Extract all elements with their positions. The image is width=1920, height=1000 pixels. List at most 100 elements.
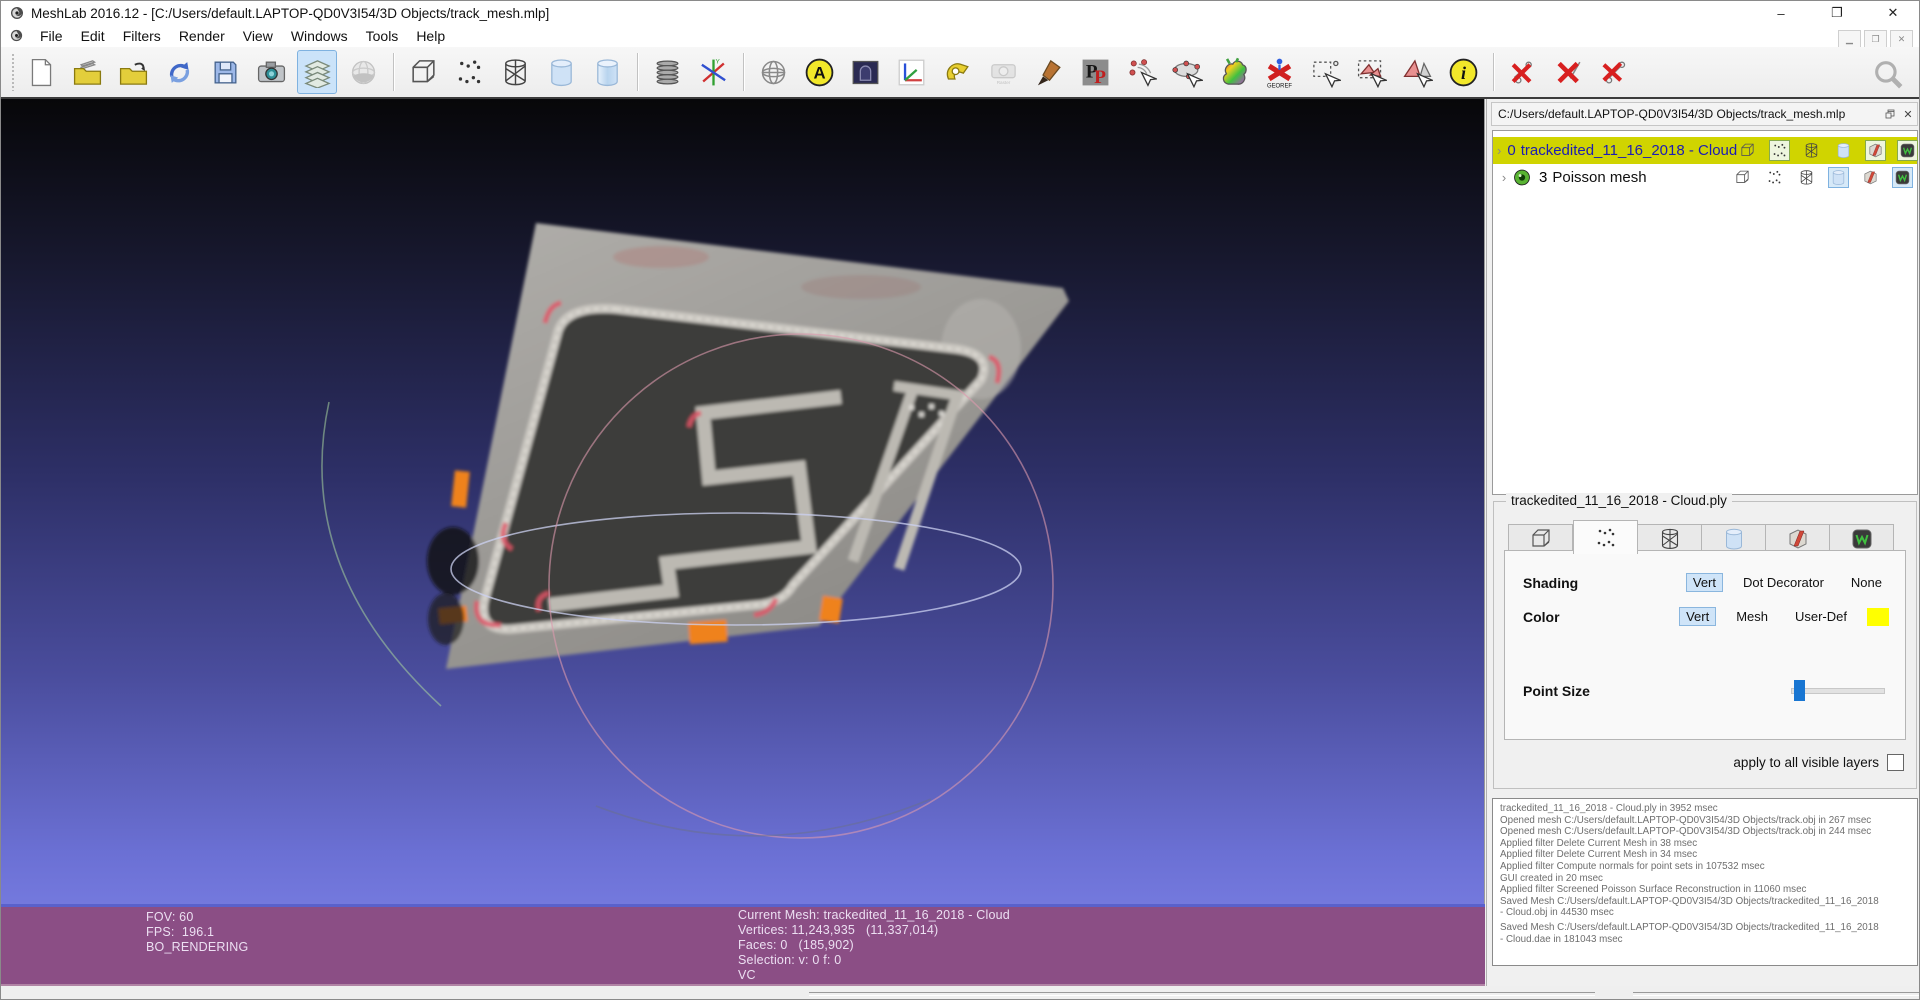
apply-all-checkbox[interactable] (1887, 754, 1904, 771)
layer-name[interactable]: trackedited_11_16_2018 - Cloud (1521, 142, 1738, 159)
z-painting-button[interactable] (1029, 50, 1069, 94)
quality-mapper-button[interactable] (1213, 50, 1253, 94)
splat-radius-button[interactable] (1121, 50, 1161, 94)
tab-solid[interactable] (1702, 524, 1766, 553)
tab-wireframe[interactable] (1638, 524, 1702, 553)
layer-dock: C:/Users/default.LAPTOP-QD0V3I54/3D Obje… (1486, 99, 1920, 986)
render-stack-button[interactable] (647, 50, 687, 94)
draw-wireframe-button[interactable] (495, 50, 535, 94)
color-user-def-button[interactable]: User-Def (1788, 607, 1854, 626)
point-orientation-button[interactable] (1167, 50, 1207, 94)
shading-label: Shading (1523, 575, 1578, 591)
user-def-color-swatch[interactable] (1867, 608, 1889, 626)
tab-texture[interactable] (1766, 524, 1830, 553)
layer3-bbox-toggle[interactable] (1732, 167, 1753, 188)
measuring-tape-button[interactable] (937, 50, 977, 94)
new-document-button[interactable] (21, 50, 61, 94)
open-project-button[interactable] (67, 50, 107, 94)
menu-edit[interactable]: Edit (72, 27, 114, 45)
menu-file[interactable]: File (31, 27, 72, 45)
layer-name[interactable]: Poisson mesh (1552, 169, 1646, 186)
draw-points-button[interactable] (449, 50, 489, 94)
layer0-bbox-toggle[interactable] (1737, 140, 1758, 161)
menu-help[interactable]: Help (407, 27, 454, 45)
delete-selected-vertices-button[interactable] (1503, 50, 1543, 94)
layer-row-3[interactable]: › 3 Poisson mesh (1493, 164, 1917, 191)
layer0-solid-toggle[interactable] (1833, 140, 1854, 161)
pick-points-button[interactable] (1075, 50, 1115, 94)
shading-vert-button[interactable]: Vert (1686, 573, 1723, 592)
layer0-points-toggle[interactable] (1769, 140, 1790, 161)
import-mesh-button[interactable] (113, 50, 153, 94)
draw-smooth-button[interactable] (587, 50, 627, 94)
layer3-wireframe-toggle[interactable] (1796, 167, 1817, 188)
raster-align-button[interactable] (983, 50, 1023, 94)
select-rect-button[interactable] (1305, 50, 1345, 94)
shading-none-button[interactable]: None (1844, 573, 1889, 592)
mdi-child-icon[interactable] (9, 28, 24, 43)
layer-row-0[interactable]: › 0 trackedited_11_16_2018 - Cloud (1493, 137, 1917, 164)
search-button[interactable] (1871, 57, 1905, 96)
layer3-texture-toggle[interactable] (1860, 167, 1881, 188)
ambient-occlusion-button[interactable] (799, 50, 839, 94)
dock-float-button[interactable] (1881, 106, 1899, 122)
layer3-shader-toggle[interactable] (1892, 167, 1913, 188)
restore-button[interactable]: ❐ (1809, 1, 1865, 25)
color-mesh-button[interactable]: Mesh (1729, 607, 1775, 626)
mdi-restore-button[interactable]: ❐ (1864, 30, 1887, 48)
wireframe-icon (1658, 527, 1682, 551)
ortho-view-button[interactable] (753, 50, 793, 94)
select-all-faces-button[interactable] (1397, 50, 1437, 94)
point-size-slider-handle[interactable] (1794, 680, 1805, 701)
menu-filters[interactable]: Filters (114, 27, 170, 45)
georef-button[interactable] (1259, 50, 1299, 94)
show-axes-button[interactable] (693, 50, 733, 94)
minimize-button[interactable]: – (1753, 1, 1809, 25)
tab-bbox[interactable] (1508, 524, 1573, 553)
select-faces-button[interactable] (1351, 50, 1391, 94)
float-icon (1884, 108, 1896, 120)
menu-view[interactable]: View (234, 27, 282, 45)
eye-visible-icon[interactable] (1511, 167, 1533, 188)
trackball-axes-button[interactable] (891, 50, 931, 94)
point-size-row: Point Size (1523, 683, 1889, 699)
draw-flat-button[interactable] (541, 50, 581, 94)
snapshot-button[interactable] (251, 50, 291, 94)
shading-dot-decorator-button[interactable]: Dot Decorator (1736, 573, 1831, 592)
show-layers-button[interactable] (297, 50, 337, 94)
close-button[interactable]: ✕ (1865, 1, 1920, 25)
expander-icon[interactable]: › (1497, 143, 1501, 158)
tab-shader[interactable] (1830, 524, 1894, 553)
points-icon (454, 57, 485, 88)
background-grid-button[interactable] (845, 50, 885, 94)
mdi-minimize-button[interactable]: ▁ (1838, 30, 1861, 48)
menu-windows[interactable]: Windows (282, 27, 357, 45)
expander-icon[interactable]: › (1497, 170, 1511, 185)
menu-render[interactable]: Render (170, 27, 234, 45)
splat-icon (1126, 57, 1157, 88)
draw-bbox-button[interactable] (403, 50, 443, 94)
tab-points[interactable] (1573, 520, 1638, 554)
mdi-close-button[interactable]: ✕ (1890, 30, 1913, 48)
layer0-shader-toggle[interactable] (1897, 140, 1918, 161)
save-button[interactable] (205, 50, 245, 94)
mdi-window-controls: ▁ ❐ ✕ (1838, 30, 1913, 48)
layer0-wireframe-toggle[interactable] (1801, 140, 1822, 161)
layer3-solid-toggle[interactable] (1828, 167, 1849, 188)
log-line: Applied filter Delete Current Mesh in 38… (1500, 838, 1897, 850)
menu-tools[interactable]: Tools (357, 27, 408, 45)
layer3-points-toggle[interactable] (1764, 167, 1785, 188)
log-panel: trackedited_11_16_2018 - Cloud.ply in 39… (1492, 798, 1918, 966)
hud-mesh-info: Current Mesh: trackedited_11_16_2018 - C… (738, 908, 1010, 983)
toolbar-grip[interactable] (11, 53, 15, 91)
dock-close-button[interactable]: ✕ (1899, 106, 1917, 122)
web-export-button[interactable] (343, 50, 383, 94)
info-button[interactable] (1443, 50, 1483, 94)
point-size-slider[interactable] (1791, 688, 1885, 694)
layer0-texture-toggle[interactable] (1865, 140, 1886, 161)
color-vert-button[interactable]: Vert (1679, 607, 1716, 626)
3d-viewport[interactable]: FOV: 60 FPS: 196.1 BO_RENDERING Current … (1, 99, 1485, 986)
reload-button[interactable] (159, 50, 199, 94)
delete-selected-faces-vertices-button[interactable] (1595, 50, 1635, 94)
delete-selected-faces-button[interactable] (1549, 50, 1589, 94)
